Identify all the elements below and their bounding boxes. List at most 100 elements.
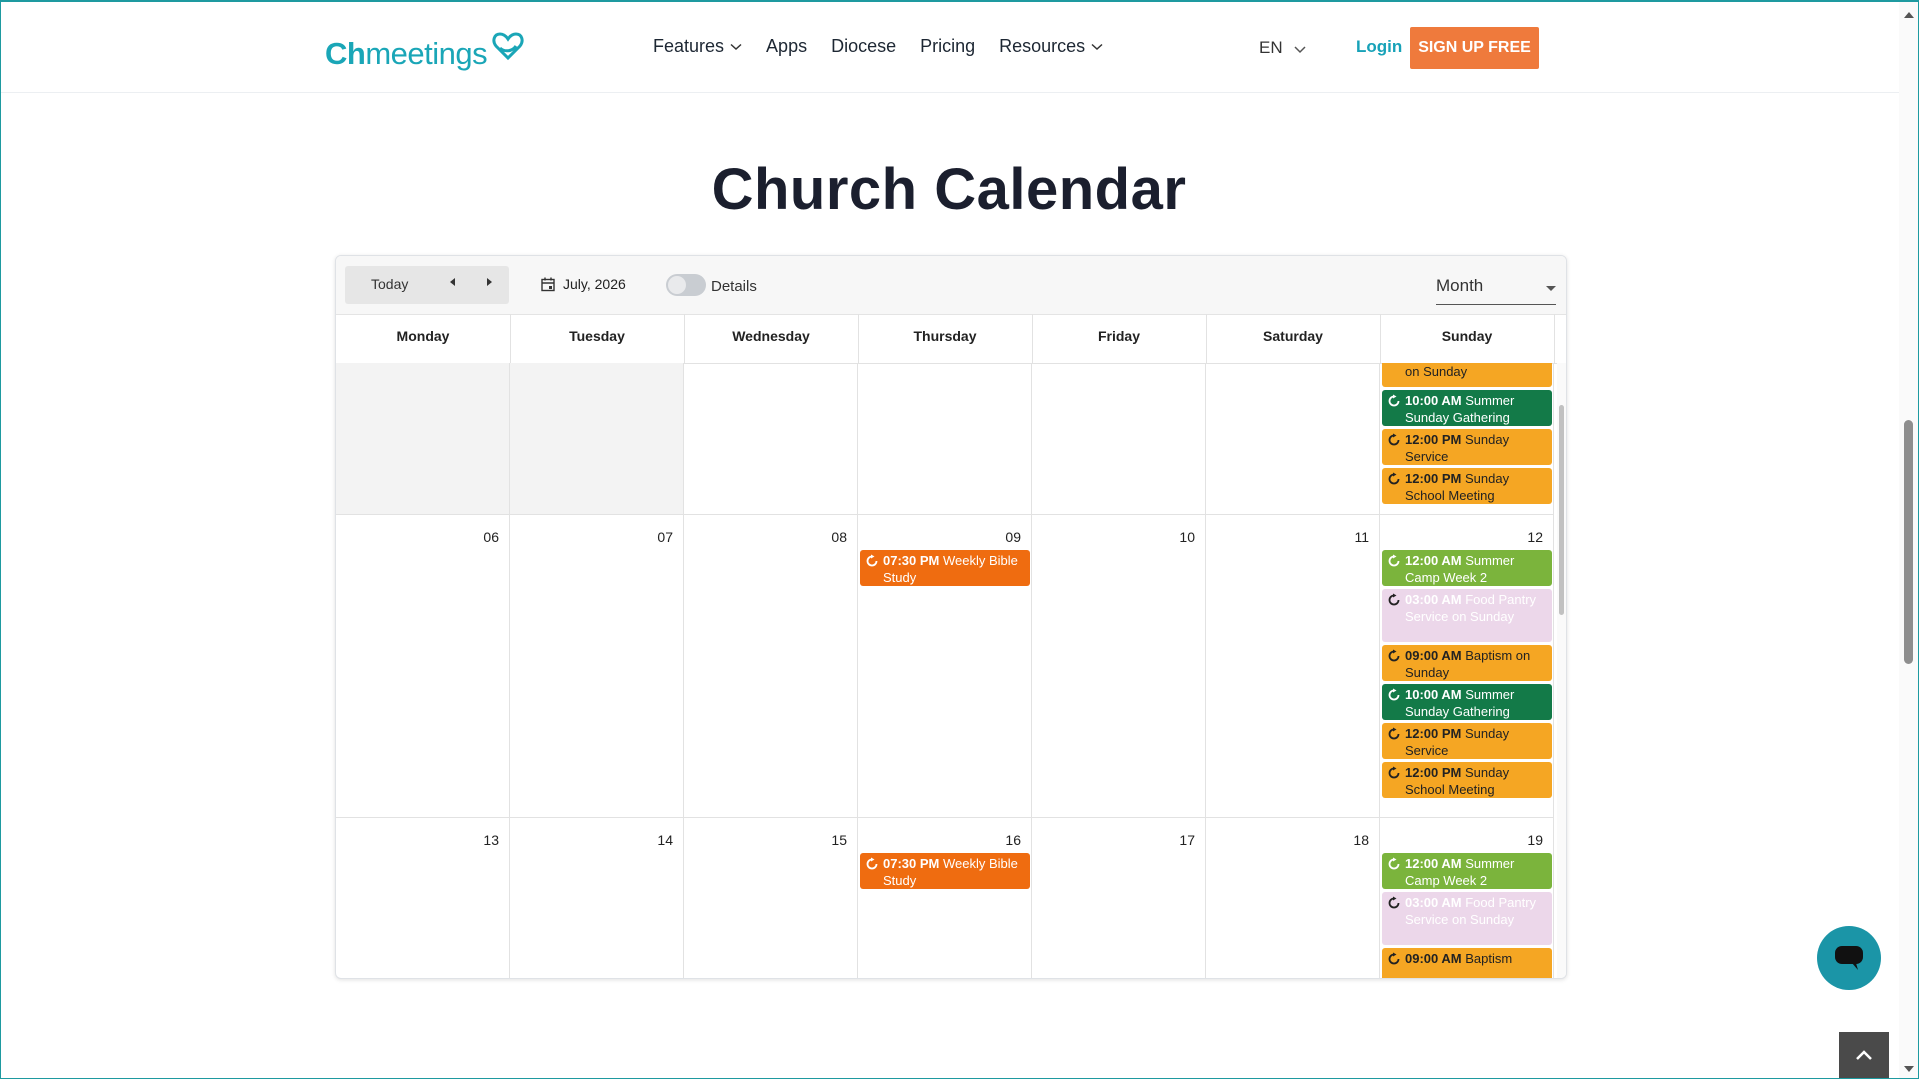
chevron-down-icon: [1294, 46, 1306, 54]
weekday-wednesday: Wednesday: [684, 314, 859, 363]
calendar-event[interactable]: 12:00 AM Summer Camp Week 2: [1382, 550, 1552, 586]
day-number[interactable]: 07: [657, 529, 673, 545]
calendar-event[interactable]: 12:00 PM Sunday Service: [1382, 723, 1552, 759]
nav-item-label: Features: [653, 36, 725, 56]
calendar-event[interactable]: 12:00 AM Summer Camp Week 2: [1382, 853, 1552, 889]
caret-right-icon: [487, 278, 492, 286]
calendar-event[interactable]: 12:00 PM Sunday Service: [1382, 429, 1552, 465]
day-cell[interactable]: 08: [684, 515, 858, 818]
page-scroll-thumb[interactable]: [1904, 420, 1913, 664]
day-cell[interactable]: 19 12:00 AM Summer Camp Week 2 03:00 AM Fo…: [1380, 818, 1554, 978]
event-time: 03:00 AM: [1405, 895, 1462, 910]
chat-button[interactable]: [1817, 926, 1881, 990]
calendar-event[interactable]: 12:00 PM Sunday School Meeting: [1382, 468, 1552, 504]
day-number[interactable]: 09: [1005, 529, 1021, 545]
day-number[interactable]: 14: [657, 832, 673, 848]
calendar-event[interactable]: 10:00 AM Summer Sunday Gathering: [1382, 390, 1552, 426]
day-number[interactable]: 11: [1354, 529, 1369, 545]
nav-item-features[interactable]: Features: [653, 36, 742, 57]
recurring-icon: [1388, 394, 1400, 407]
day-number[interactable]: 19: [1527, 832, 1543, 848]
calendar-event[interactable]: 07:30 PM Weekly Bible Study: [860, 853, 1030, 889]
back-to-top-button[interactable]: [1839, 1032, 1889, 1078]
day-cell[interactable]: 16 07:30 PM Weekly Bible Study: [858, 818, 1032, 978]
recurring-icon: [1388, 433, 1400, 446]
day-number[interactable]: 13: [483, 832, 499, 848]
day-number[interactable]: 08: [831, 529, 847, 545]
event-time: 12:00 AM: [1405, 856, 1462, 871]
calendar-event[interactable]: 07:30 PM Weekly Bible Study: [860, 550, 1030, 586]
event-time: 07:30 PM: [883, 553, 940, 568]
nav-item-apps[interactable]: Apps: [766, 36, 807, 57]
day-cell[interactable]: 11: [1206, 515, 1380, 818]
day-cell[interactable]: 14: [510, 818, 684, 978]
calendar-scrollbar[interactable]: [1557, 363, 1566, 978]
scroll-down-arrow-icon[interactable]: [1904, 1066, 1914, 1072]
day-number[interactable]: 06: [483, 529, 499, 545]
day-cell[interactable]: 09 07:30 PM Weekly Bible Study: [858, 515, 1032, 818]
day-number[interactable]: 12: [1527, 529, 1543, 545]
day-cell[interactable]: 18: [1206, 818, 1380, 978]
calendar-event[interactable]: 03:00 AM Food Pantry Service on Sunday: [1382, 589, 1552, 642]
calendar-event[interactable]: 09:00 AM Baptism: [1382, 948, 1552, 978]
next-month-button[interactable]: [485, 276, 493, 290]
event-title: on Sunday: [1405, 364, 1468, 379]
scroll-up-arrow-icon[interactable]: [1904, 12, 1914, 18]
calendar-event[interactable]: 10:00 AM Summer Sunday Gathering: [1382, 684, 1552, 720]
nav-item-diocese[interactable]: Diocese: [831, 36, 896, 57]
recurring-icon: [1388, 766, 1400, 779]
day-cell[interactable]: [1032, 363, 1206, 515]
day-cell[interactable]: 17: [1032, 818, 1206, 978]
caret-left-icon: [450, 278, 455, 286]
calendar-toolbar: Today July, 2026 Details Month: [336, 256, 1566, 315]
recurring-icon: [1388, 688, 1400, 701]
day-number[interactable]: 17: [1179, 832, 1195, 848]
day-number[interactable]: 16: [1005, 832, 1021, 848]
calendar-event[interactable]: 12:00 PM Sunday School Meeting: [1382, 762, 1552, 798]
weekday-header: Monday Tuesday Wednesday Thursday Friday Satu…: [336, 314, 1557, 364]
signup-button[interactable]: SIGN UP FREE: [1410, 27, 1539, 69]
date-picker[interactable]: July, 2026: [541, 276, 626, 292]
toggle-knob: [668, 276, 686, 294]
day-cell[interactable]: [1206, 363, 1380, 515]
day-cell[interactable]: 13: [336, 818, 510, 978]
logo-text-bold: Ch: [325, 36, 366, 71]
language-selector[interactable]: EN: [1259, 38, 1307, 58]
day-cell[interactable]: 07: [510, 515, 684, 818]
calendar-icon: [541, 277, 555, 291]
recurring-icon: [1388, 952, 1400, 965]
calendar-scroll-thumb[interactable]: [1559, 405, 1564, 615]
caret-down-icon: [1546, 286, 1556, 291]
calendar-event[interactable]: on Sunday: [1382, 363, 1552, 387]
today-button[interactable]: Today: [371, 276, 408, 292]
logo[interactable]: Ch meetings: [325, 28, 526, 72]
day-number[interactable]: 15: [831, 832, 847, 848]
day-cell[interactable]: [510, 363, 684, 515]
calendar-event[interactable]: 09:00 AM Baptism on Sunday: [1382, 645, 1552, 681]
nav-item-pricing[interactable]: Pricing: [920, 36, 975, 57]
recurring-icon: [1388, 554, 1400, 567]
nav-item-resources[interactable]: Resources: [999, 36, 1103, 57]
month-grid: on Sunday 10:00 AM Summer Sunday Gatherin…: [336, 363, 1557, 978]
login-link[interactable]: Login: [1356, 37, 1402, 57]
day-number[interactable]: 10: [1179, 529, 1195, 545]
view-select[interactable]: Month: [1436, 268, 1556, 305]
event-time: 09:00 AM: [1405, 951, 1462, 966]
day-cell[interactable]: [336, 363, 510, 515]
page-scrollbar[interactable]: [1899, 2, 1918, 1078]
prev-month-button[interactable]: [449, 276, 457, 290]
day-cell[interactable]: 15: [684, 818, 858, 978]
nav-item-label: Pricing: [920, 36, 976, 56]
details-toggle[interactable]: [666, 274, 706, 296]
day-cell[interactable]: [684, 363, 858, 515]
recurring-icon: [866, 554, 878, 567]
day-number[interactable]: 18: [1353, 832, 1369, 848]
day-cell[interactable]: 12 12:00 AM Summer Camp Week 2 03:00 AM Fo…: [1380, 515, 1554, 818]
day-cell[interactable]: on Sunday 10:00 AM Summer Sunday Gatherin…: [1380, 363, 1554, 515]
calendar-event[interactable]: 03:00 AM Food Pantry Service on Sunday: [1382, 892, 1552, 945]
weekday-tuesday: Tuesday: [510, 314, 685, 363]
day-cell[interactable]: 10: [1032, 515, 1206, 818]
day-cell[interactable]: [858, 363, 1032, 515]
main-nav: Features Apps Diocese Pricing Resources: [653, 36, 1127, 57]
day-cell[interactable]: 06: [336, 515, 510, 818]
